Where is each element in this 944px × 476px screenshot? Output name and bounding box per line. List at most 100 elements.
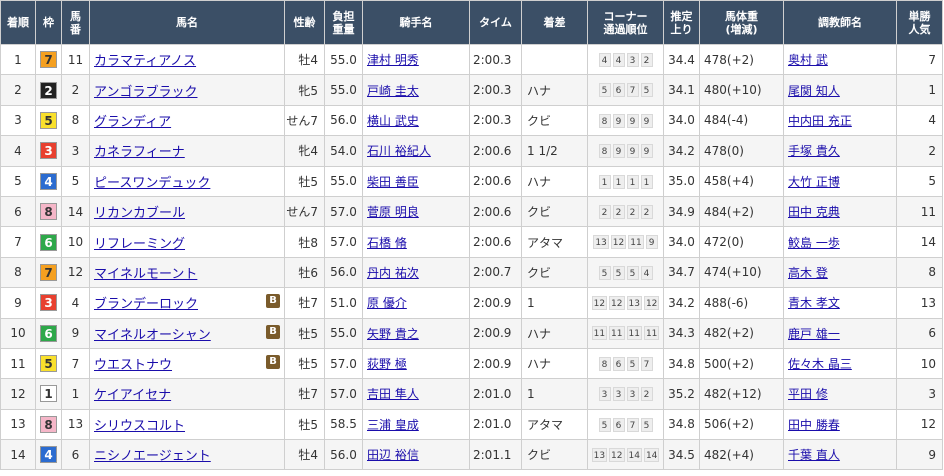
jockey-link[interactable]: 吉田 隼人 bbox=[367, 387, 419, 401]
trainer-link[interactable]: 田中 克典 bbox=[788, 205, 840, 219]
blinker-icon: B bbox=[266, 324, 280, 339]
corner-pass-value: 7 bbox=[626, 417, 639, 432]
jockey-link[interactable]: 三浦 皇成 bbox=[367, 418, 419, 432]
trainer-link[interactable]: 中内田 充正 bbox=[788, 114, 852, 128]
body-weight-cell: 478(+2) bbox=[699, 43, 784, 76]
weight-cell: 51.0 bbox=[324, 287, 363, 319]
jockey-link[interactable]: 戸崎 圭太 bbox=[367, 84, 419, 98]
umaban-cell: 10 bbox=[61, 226, 90, 258]
rank-cell: 11 bbox=[0, 347, 36, 380]
corner-passing-list: 1111 bbox=[598, 174, 653, 189]
header-body-top: 馬体重 bbox=[725, 9, 758, 23]
jockey-link[interactable]: 柴田 善臣 bbox=[367, 175, 419, 189]
jockey-link[interactable]: 菅原 明良 bbox=[367, 205, 419, 219]
sex-age-cell: せん7 bbox=[284, 104, 325, 137]
corner-pass-value: 4 bbox=[612, 52, 625, 67]
horse-cell: ウエストナウ B bbox=[89, 347, 285, 380]
popularity-cell: 8 bbox=[896, 256, 943, 289]
sex-age-cell: 牡5 bbox=[284, 408, 325, 441]
corner-pass-value: 3 bbox=[626, 52, 639, 67]
popularity-cell: 1 bbox=[896, 74, 943, 106]
jockey-cell: 戸崎 圭太 bbox=[362, 74, 470, 106]
horse-name-link[interactable]: カネラフィーナ bbox=[94, 145, 185, 160]
jockey-cell: 津村 明秀 bbox=[362, 43, 470, 76]
corner-pass-value: 5 bbox=[626, 265, 639, 280]
body-weight-cell: 484(+2) bbox=[699, 195, 784, 228]
jockey-link[interactable]: 横山 武史 bbox=[367, 114, 419, 128]
popularity-cell: 11 bbox=[896, 195, 943, 228]
trainer-link[interactable]: 鹿戸 雄一 bbox=[788, 327, 840, 341]
horse-name-link[interactable]: カラマティアノス bbox=[94, 54, 196, 69]
corner-pass-value: 9 bbox=[640, 113, 653, 128]
trainer-link[interactable]: 大竹 正博 bbox=[788, 175, 840, 189]
corner-pass-value: 1 bbox=[612, 174, 625, 189]
corner-pass-value: 13 bbox=[626, 296, 642, 311]
corner-cell: 5554 bbox=[587, 256, 664, 289]
horse-name-link[interactable]: グランディア bbox=[94, 115, 171, 130]
horse-name-link[interactable]: ブランデーロック bbox=[94, 297, 198, 312]
header-corner-top: コーナー bbox=[603, 9, 648, 23]
corner-pass-value: 5 bbox=[640, 83, 653, 98]
margin-cell: アタマ bbox=[521, 408, 588, 441]
header-last3f-bottom: 上り bbox=[670, 22, 693, 36]
horse-name-link[interactable]: ウエストナウ bbox=[94, 358, 172, 373]
jockey-link[interactable]: 丹内 祐次 bbox=[367, 266, 419, 280]
time-cell: 2:00.6 bbox=[469, 226, 522, 258]
trainer-link[interactable]: 青木 孝文 bbox=[788, 296, 840, 310]
jockey-link[interactable]: 原 優介 bbox=[367, 296, 407, 310]
corner-passing-list: 4432 bbox=[598, 52, 653, 67]
rank-cell: 10 bbox=[0, 317, 36, 349]
waku-cell: 3 bbox=[35, 287, 62, 319]
table-row: 11 5 7 ウエストナウ B 牡5 57.0 荻野 極 2:00.9 ハナ 86… bbox=[0, 347, 943, 380]
horse-cell: シリウスコルト bbox=[89, 408, 285, 441]
sex-age-cell: 牡4 bbox=[284, 43, 325, 76]
trainer-link[interactable]: 千葉 直人 bbox=[788, 448, 840, 462]
horse-name-link[interactable]: リフレーミング bbox=[94, 237, 185, 252]
horse-name-link[interactable]: ピースワンデュック bbox=[94, 176, 210, 191]
trainer-link[interactable]: 手塚 貴久 bbox=[788, 144, 840, 158]
time-cell: 2:00.3 bbox=[469, 43, 522, 76]
jockey-link[interactable]: 津村 明秀 bbox=[367, 53, 419, 67]
trainer-link[interactable]: 佐々木 晶三 bbox=[788, 357, 852, 371]
horse-name-link[interactable]: アンゴラブラック bbox=[94, 85, 197, 100]
header-time: タイム bbox=[469, 0, 522, 45]
corner-pass-value: 6 bbox=[612, 83, 625, 98]
jockey-cell: 石川 裕紀人 bbox=[362, 135, 470, 167]
corner-passing-list: 12 12 13 12 bbox=[591, 296, 660, 311]
corner-passing-list: 8657 bbox=[598, 356, 653, 371]
horse-cell: グランディア bbox=[89, 104, 285, 137]
jockey-link[interactable]: 石橋 脩 bbox=[367, 236, 407, 250]
jockey-link[interactable]: 矢野 貴之 bbox=[367, 327, 419, 341]
sex-age-cell: 牡4 bbox=[284, 439, 325, 471]
trainer-cell: 尾関 知人 bbox=[783, 74, 897, 106]
margin-cell: ハナ bbox=[521, 165, 588, 197]
trainer-link[interactable]: 平田 修 bbox=[788, 387, 828, 401]
trainer-link[interactable]: 奥村 武 bbox=[788, 53, 828, 67]
horse-name-link[interactable]: リカンカブール bbox=[94, 206, 185, 221]
horse-name-link[interactable]: シリウスコルト bbox=[94, 419, 185, 434]
time-cell: 2:00.7 bbox=[469, 256, 522, 289]
trainer-link[interactable]: 鮫島 一歩 bbox=[788, 236, 840, 250]
popularity-cell: 13 bbox=[896, 287, 943, 319]
trainer-link[interactable]: 尾関 知人 bbox=[788, 84, 840, 98]
horse-name-link[interactable]: マイネルモーント bbox=[94, 267, 197, 282]
weight-cell: 55.0 bbox=[324, 165, 363, 197]
trainer-cell: 佐々木 晶三 bbox=[783, 347, 897, 380]
corner-passing-list: 8999 bbox=[598, 144, 653, 159]
trainer-link[interactable]: 田中 勝春 bbox=[788, 418, 840, 432]
horse-name-link[interactable]: ケイアイセナ bbox=[94, 388, 171, 403]
horse-cell: ケイアイセナ bbox=[89, 378, 285, 410]
sex-age-cell: 牡7 bbox=[284, 287, 325, 319]
horse-name-link[interactable]: ニシノエージェント bbox=[94, 449, 211, 464]
margin-cell: 1 bbox=[521, 287, 588, 319]
corner-pass-value: 6 bbox=[612, 417, 625, 432]
time-cell: 2:01.1 bbox=[469, 439, 522, 471]
margin-cell: クビ bbox=[521, 439, 588, 471]
jockey-link[interactable]: 石川 裕紀人 bbox=[367, 144, 431, 158]
horse-name-link[interactable]: マイネルオーシャン bbox=[94, 328, 211, 343]
jockey-link[interactable]: 荻野 極 bbox=[367, 357, 407, 371]
jockey-link[interactable]: 田辺 裕信 bbox=[367, 448, 419, 462]
trainer-link[interactable]: 高木 登 bbox=[788, 266, 828, 280]
blinker-icon: B bbox=[266, 294, 280, 309]
margin-cell: ハナ bbox=[521, 317, 588, 349]
